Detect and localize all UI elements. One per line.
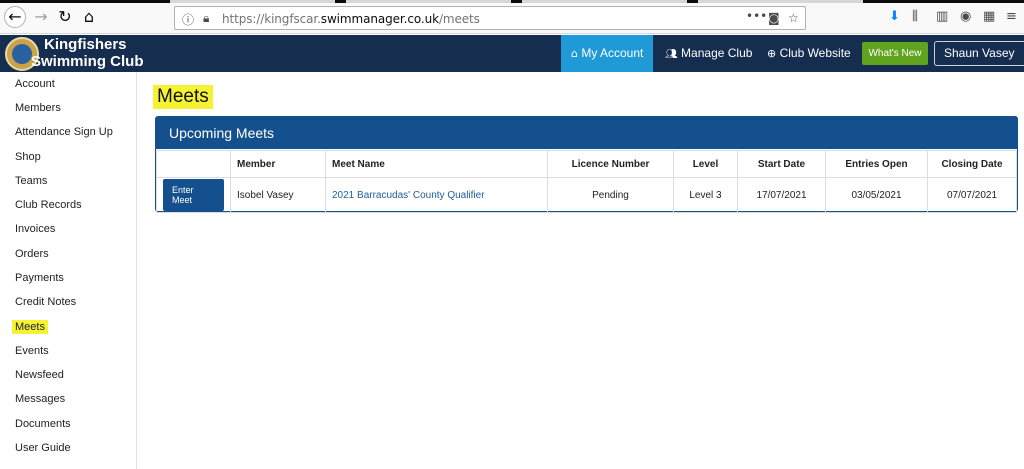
column-header-closing-date: Closing Date [927, 150, 1017, 178]
sidebar-item-label: Meets [12, 320, 48, 334]
user-name: Shaun Vasey [944, 46, 1015, 60]
club-name[interactable]: Kingfishers Swimming Club [31, 36, 144, 70]
cell-start-date: 17/07/2021 [737, 177, 826, 213]
sidebar-item-shop[interactable]: Shop [15, 151, 41, 163]
bookmark-star-icon[interactable]: ☆ [788, 11, 799, 25]
club-name-line1: Kingfishers [44, 36, 127, 53]
home-icon[interactable]: ⌂ [79, 7, 99, 27]
forward-arrow-icon[interactable]: → [31, 7, 51, 27]
site-header: Kingfishers Swimming Club ⌂ My Account 👥… [0, 35, 1024, 83]
table-header-row: Member Meet Name Licence Number Level St… [156, 150, 1017, 178]
page-info-icon[interactable]: ⓘ [182, 11, 194, 28]
nav-label: My Account [581, 46, 644, 60]
sign-out-icon: ⇥ [944, 72, 953, 83]
sidebar-item-events[interactable]: Events [15, 345, 49, 357]
extensions-icon[interactable]: ▦ [983, 9, 995, 24]
panel-title: Upcoming Meets [156, 117, 1017, 149]
url-domain: swimmanager.co.uk [320, 12, 439, 26]
sidebar-item-user-guide[interactable]: User Guide [15, 442, 71, 454]
sidebar-item-orders[interactable]: Orders [15, 248, 49, 260]
upcoming-meets-panel: Upcoming Meets Member Meet Name Licence … [155, 116, 1018, 213]
column-header-start-date: Start Date [737, 150, 826, 178]
sidebar-icon[interactable]: ▥ [936, 9, 948, 24]
tab-strip [0, 0, 1024, 3]
sidebar-item-payments[interactable]: Payments [15, 272, 64, 284]
cell-meet-name: 2021 Barracudas' County Qualifier [325, 177, 548, 213]
address-bar[interactable]: ⓘ 🔒︎ https://kingfscar.swimmanager.co.uk… [174, 6, 806, 30]
meets-table: Member Meet Name Licence Number Level St… [156, 150, 1017, 213]
menu-icon[interactable]: ≡ [1006, 9, 1017, 24]
sidebar-item-members[interactable]: Members [15, 102, 61, 114]
browser-toolbar: ← → ↻ ⌂ ⓘ 🔒︎ https://kingfscar.swimmanag… [0, 0, 1024, 34]
cell-closing-date: 07/07/2021 [927, 177, 1017, 213]
cell-entries-open: 03/05/2021 [825, 177, 928, 213]
home-icon: ⌂ [571, 47, 578, 60]
column-header-licence: Licence Number [547, 150, 674, 178]
table-row: Enter Meet Isobel Vasey 2021 Barracudas'… [156, 177, 1017, 213]
sidebar-item-credit-notes[interactable]: Credit Notes [15, 296, 76, 308]
user-menu-button[interactable]: Shaun Vasey ⇥ [934, 41, 1024, 83]
url-path: /meets [438, 12, 480, 26]
club-name-line2: Swimming Club [31, 53, 144, 70]
sidebar: Account Members Attendance Sign Up Shop … [0, 72, 137, 469]
sidebar-item-club-records[interactable]: Club Records [15, 199, 82, 211]
column-header-member: Member [230, 150, 326, 178]
pocket-icon[interactable]: ◙ [768, 11, 780, 25]
nav-label: Manage Club [681, 46, 753, 60]
sidebar-item-messages[interactable]: Messages [15, 393, 65, 405]
reload-icon[interactable]: ↻ [55, 7, 75, 27]
nav-label: Club Website [779, 46, 851, 60]
sidebar-item-account[interactable]: Account [15, 78, 55, 90]
column-header-entries-open: Entries Open [825, 150, 928, 178]
sidebar-item-documents[interactable]: Documents [15, 418, 71, 430]
url-prefix: https://kingfscar. [222, 12, 321, 26]
column-header-meet-name: Meet Name [325, 150, 548, 178]
library-icon[interactable]: ⫼ [912, 9, 918, 24]
sidebar-item-teams[interactable]: Teams [15, 175, 47, 187]
users-icon: 👥︎ [665, 49, 678, 60]
url-text[interactable]: https://kingfscar.swimmanager.co.uk/meet… [222, 12, 480, 26]
whats-new-button[interactable]: What's New [862, 42, 928, 65]
cell-action: Enter Meet [156, 177, 231, 213]
sidebar-item-attendance[interactable]: Attendance Sign Up [15, 126, 113, 138]
column-header-level: Level [673, 150, 738, 178]
page-actions-icon[interactable]: ••• [746, 9, 767, 23]
lock-icon: 🔒︎ [203, 11, 210, 25]
cell-licence: Pending [547, 177, 674, 213]
nav-my-account[interactable]: ⌂ My Account [561, 35, 653, 72]
nav-club-website[interactable]: ⊕ Club Website [767, 35, 851, 72]
enter-meet-button[interactable]: Enter Meet [163, 179, 224, 211]
meet-name-link[interactable]: 2021 Barracudas' County Qualifier [332, 190, 485, 201]
column-header-action [156, 150, 231, 178]
account-icon[interactable]: ◉ [960, 9, 971, 24]
cell-member: Isobel Vasey [230, 177, 326, 213]
page-title: Meets [153, 85, 213, 109]
globe-icon: ⊕ [767, 47, 777, 60]
nav-manage-club[interactable]: 👥︎ Manage Club [665, 35, 752, 72]
sidebar-item-meets[interactable]: Meets [12, 320, 48, 334]
back-arrow-icon[interactable]: ← [5, 7, 25, 27]
sidebar-item-newsfeed[interactable]: Newsfeed [15, 369, 64, 381]
sidebar-item-invoices[interactable]: Invoices [15, 223, 55, 235]
cell-level: Level 3 [673, 177, 738, 213]
download-icon[interactable]: ⬇ [889, 9, 900, 24]
